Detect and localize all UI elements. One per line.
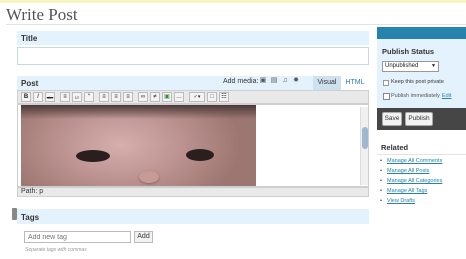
post-title-input[interactable] <box>17 47 369 65</box>
list-item: View Drafts <box>377 196 442 206</box>
italic-icon[interactable]: I <box>33 92 43 102</box>
related-divider <box>377 154 466 155</box>
video-icon[interactable]: ▤ <box>270 77 278 85</box>
keep-private-checkbox[interactable] <box>383 80 389 86</box>
tab-html[interactable]: HTML <box>342 76 368 90</box>
align-center-icon[interactable]: ≡ <box>111 92 121 102</box>
bold-icon[interactable]: B <box>21 92 31 102</box>
publish-status-select[interactable]: Unpublished ▼ <box>382 61 439 72</box>
keep-private-label: Keep this post private <box>391 79 444 85</box>
unlink-icon[interactable]: ≠ <box>150 92 160 102</box>
tags-box-heading: Tags <box>17 209 369 224</box>
manage-categories-link[interactable]: Manage All Categories <box>387 178 442 184</box>
numbered-list-icon[interactable]: 1≡ <box>72 92 82 102</box>
save-button[interactable]: Save <box>382 112 402 126</box>
publish-button[interactable]: Publish <box>405 112 433 126</box>
add-media-label: Add media: <box>223 78 259 85</box>
media-icon-group: ▣ ▤ ♫ ✹ <box>259 77 300 85</box>
publish-timing: Publish immediately Edit <box>391 93 451 99</box>
view-drafts-link[interactable]: View Drafts <box>387 198 415 204</box>
related-heading: Related <box>381 143 409 152</box>
title-divider <box>6 24 466 25</box>
publish-timing-label: Publish immediately <box>391 93 440 99</box>
top-accent-bar <box>0 0 466 3</box>
related-links: Manage All Comments Manage All Posts Man… <box>377 156 442 206</box>
editor-toolbar: B I abc ≡ 1≡ “ ≡ ≡ ≡ ∞ ≠ ▣ … ✓▾ □ ☷ <box>17 90 369 104</box>
list-item: Manage All Categories <box>377 176 442 186</box>
post-box-heading: Post <box>17 76 217 90</box>
post-content-editor[interactable] <box>17 104 369 187</box>
publish-status-value: Unpublished <box>385 63 419 69</box>
editor-path: Path: p <box>17 187 369 197</box>
write-post-page: { "page": { "title": "Write Post" }, "ti… <box>0 0 466 259</box>
strikethrough-icon[interactable]: abc <box>45 92 55 102</box>
list-item: Manage All Posts <box>377 166 442 176</box>
blockquote-icon[interactable]: “ <box>84 92 94 102</box>
chevron-down-icon: ▼ <box>431 63 436 69</box>
photo-nose <box>139 171 159 183</box>
sidebar-accent-bar <box>377 27 466 39</box>
manage-comments-link[interactable]: Manage All Comments <box>387 158 442 164</box>
link-icon[interactable]: ∞ <box>138 92 148 102</box>
kitchen-sink-icon[interactable]: ☷ <box>219 92 229 102</box>
more-tag-icon[interactable]: … <box>174 92 184 102</box>
inserted-photo <box>21 105 256 186</box>
tab-visual[interactable]: Visual <box>313 76 341 90</box>
add-tag-button[interactable]: Add <box>134 231 153 243</box>
list-item: Manage All Tags <box>377 186 442 196</box>
align-left-icon[interactable]: ≡ <box>99 92 109 102</box>
fullscreen-icon[interactable]: □ <box>207 92 217 102</box>
audio-icon[interactable]: ♫ <box>281 77 289 85</box>
photo-left-eye <box>76 150 110 162</box>
editor-scrollbar-thumb[interactable] <box>362 127 368 149</box>
list-item: Manage All Comments <box>377 156 442 166</box>
publish-status-heading: Publish Status <box>382 47 435 56</box>
page-title: Write Post <box>6 5 78 24</box>
image-icon[interactable]: ▣ <box>259 77 267 85</box>
photo-right-eye <box>186 149 214 161</box>
calendar-icon <box>383 93 390 100</box>
edit-timestamp-link[interactable]: Edit <box>442 93 451 99</box>
insert-image-icon[interactable]: ▣ <box>162 92 172 102</box>
spellcheck-icon[interactable]: ✓▾ <box>189 92 205 102</box>
title-box-heading: Title <box>17 31 369 45</box>
tags-hint: Separate tags with commas <box>25 247 87 253</box>
media-icon[interactable]: ✹ <box>292 77 300 85</box>
editor-scrollbar[interactable] <box>360 107 368 185</box>
manage-posts-link[interactable]: Manage All Posts <box>387 168 430 174</box>
align-right-icon[interactable]: ≡ <box>123 92 133 102</box>
bulleted-list-icon[interactable]: ≡ <box>60 92 70 102</box>
new-tag-input[interactable] <box>24 231 131 243</box>
manage-tags-link[interactable]: Manage All Tags <box>387 188 427 194</box>
